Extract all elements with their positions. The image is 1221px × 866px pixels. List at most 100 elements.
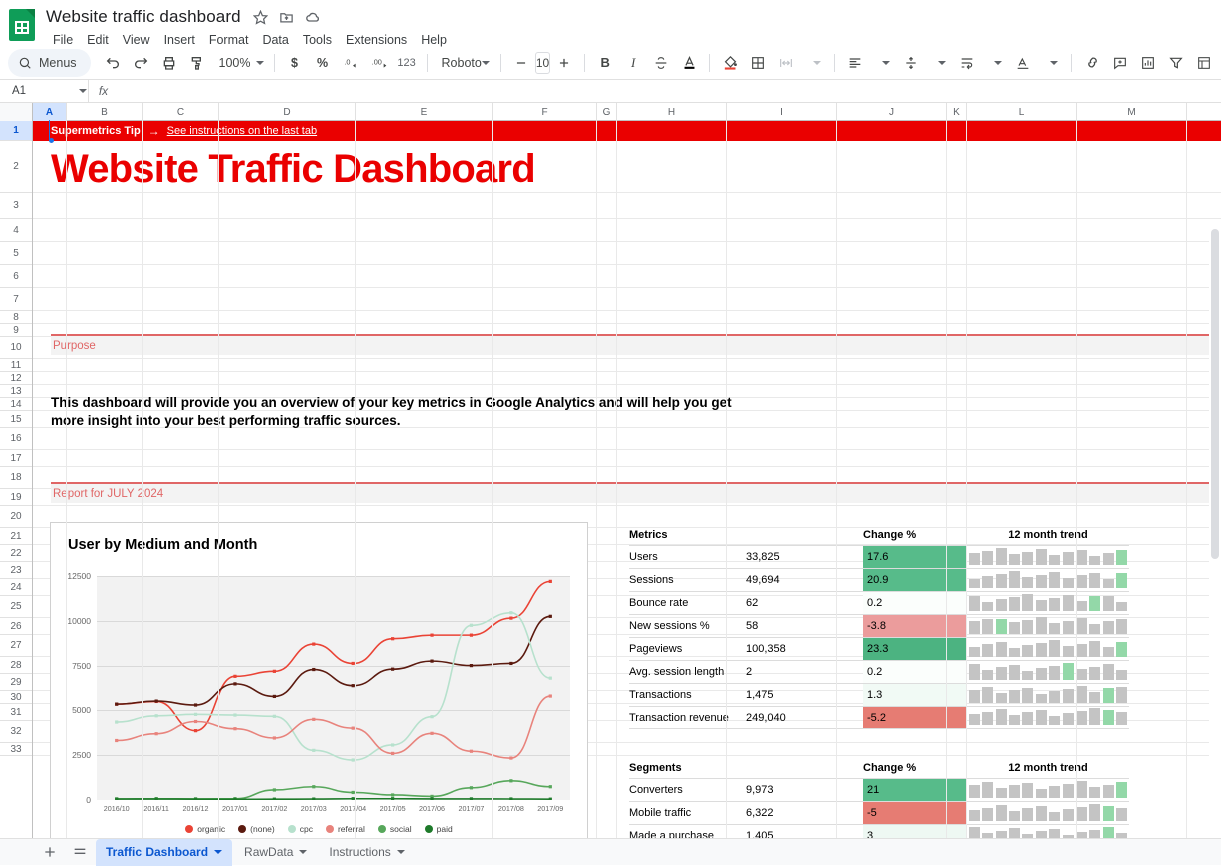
row-header-25[interactable]: 25 bbox=[0, 596, 32, 618]
functions-icon[interactable] bbox=[1190, 49, 1218, 77]
horizontal-align-caret-icon[interactable] bbox=[869, 49, 897, 77]
column-header-m[interactable]: M bbox=[1077, 103, 1187, 121]
add-sheet-icon[interactable] bbox=[36, 840, 64, 864]
column-header-j[interactable]: J bbox=[837, 103, 947, 121]
row-header-16[interactable]: 16 bbox=[0, 428, 32, 450]
font-select[interactable]: Roboto bbox=[434, 49, 494, 77]
sheet-tab-instructions[interactable]: Instructions bbox=[319, 839, 414, 866]
borders-icon[interactable] bbox=[744, 49, 772, 77]
row-header-12[interactable]: 12 bbox=[0, 372, 32, 385]
row-header-24[interactable]: 24 bbox=[0, 579, 32, 596]
text-rotation-icon[interactable] bbox=[1009, 49, 1037, 77]
merge-options-caret-icon[interactable] bbox=[800, 49, 828, 77]
chevron-down-icon[interactable] bbox=[299, 850, 307, 854]
print-icon[interactable] bbox=[155, 49, 183, 77]
vertical-scrollbar[interactable] bbox=[1209, 227, 1221, 812]
row-header-5[interactable]: 5 bbox=[0, 242, 32, 265]
increase-decimal-icon[interactable]: .00 bbox=[365, 49, 393, 77]
decrease-font-size-icon[interactable] bbox=[507, 49, 535, 77]
strikethrough-icon[interactable] bbox=[647, 49, 675, 77]
move-to-folder-icon[interactable] bbox=[277, 7, 297, 27]
cloud-saved-icon[interactable] bbox=[303, 7, 323, 27]
sheet-canvas[interactable]: Supermetrics Tip → See instructions on t… bbox=[33, 121, 1221, 839]
row-header-21[interactable]: 21 bbox=[0, 528, 32, 545]
menu-item-insert[interactable]: Insert bbox=[157, 30, 202, 50]
row-header-4[interactable]: 4 bbox=[0, 219, 32, 242]
menu-item-format[interactable]: Format bbox=[202, 30, 256, 50]
row-header-28[interactable]: 28 bbox=[0, 657, 32, 674]
column-header-a[interactable]: A bbox=[33, 103, 67, 121]
chevron-down-icon[interactable] bbox=[397, 850, 405, 854]
column-header-b[interactable]: B bbox=[67, 103, 143, 121]
row-header-30[interactable]: 30 bbox=[0, 691, 32, 704]
redo-icon[interactable] bbox=[127, 49, 155, 77]
menu-item-extensions[interactable]: Extensions bbox=[339, 30, 414, 50]
row-header-31[interactable]: 31 bbox=[0, 704, 32, 721]
column-header-g[interactable]: G bbox=[597, 103, 617, 121]
sheets-logo-wrap[interactable] bbox=[0, 6, 44, 41]
column-header-d[interactable]: D bbox=[219, 103, 356, 121]
name-box[interactable]: A1 bbox=[0, 85, 72, 97]
column-header-f[interactable]: F bbox=[493, 103, 597, 121]
column-header-c[interactable]: C bbox=[143, 103, 219, 121]
text-color-icon[interactable] bbox=[675, 49, 703, 77]
column-header-i[interactable]: I bbox=[727, 103, 837, 121]
menu-item-file[interactable]: File bbox=[46, 30, 80, 50]
row-header-11[interactable]: 11 bbox=[0, 359, 32, 372]
row-header-26[interactable]: 26 bbox=[0, 618, 32, 635]
chevron-down-icon[interactable] bbox=[214, 850, 222, 854]
text-rotation-caret-icon[interactable] bbox=[1037, 49, 1065, 77]
column-header-e[interactable]: E bbox=[356, 103, 493, 121]
decrease-decimal-icon[interactable]: .0 bbox=[337, 49, 365, 77]
text-wrap-caret-icon[interactable] bbox=[981, 49, 1009, 77]
zoom-select[interactable]: 100% bbox=[211, 49, 268, 77]
row-header-9[interactable]: 9 bbox=[0, 324, 32, 337]
row-header-33[interactable]: 33 bbox=[0, 743, 32, 756]
row-header-10[interactable]: 10 bbox=[0, 337, 32, 359]
sheet-tab-traffic-dashboard[interactable]: Traffic Dashboard bbox=[96, 839, 232, 866]
instructions-link[interactable]: See instructions on the last tab bbox=[167, 125, 317, 137]
column-header-k[interactable]: K bbox=[947, 103, 967, 121]
row-header-19[interactable]: 19 bbox=[0, 489, 32, 506]
row-header-27[interactable]: 27 bbox=[0, 635, 32, 657]
font-size-field[interactable]: 10 bbox=[535, 52, 550, 74]
text-wrap-icon[interactable] bbox=[953, 49, 981, 77]
menu-item-edit[interactable]: Edit bbox=[80, 30, 116, 50]
row-header-2[interactable]: 2 bbox=[0, 141, 32, 193]
bold-icon[interactable]: B bbox=[591, 49, 619, 77]
italic-icon[interactable]: I bbox=[619, 49, 647, 77]
undo-icon[interactable] bbox=[99, 49, 127, 77]
row-header-20[interactable]: 20 bbox=[0, 506, 32, 528]
fill-color-icon[interactable] bbox=[716, 49, 744, 77]
menu-item-view[interactable]: View bbox=[116, 30, 157, 50]
row-header-18[interactable]: 18 bbox=[0, 467, 32, 489]
row-header-29[interactable]: 29 bbox=[0, 674, 32, 691]
row-header-8[interactable]: 8 bbox=[0, 311, 32, 324]
number-format-icon[interactable]: 123 bbox=[393, 49, 421, 77]
row-header-32[interactable]: 32 bbox=[0, 721, 32, 743]
row-header-6[interactable]: 6 bbox=[0, 265, 32, 288]
sheet-tab-rawdata[interactable]: RawData bbox=[234, 839, 317, 866]
menu-item-data[interactable]: Data bbox=[255, 30, 295, 50]
merge-cells-icon[interactable] bbox=[772, 49, 800, 77]
row-header-22[interactable]: 22 bbox=[0, 545, 32, 562]
paint-format-icon[interactable] bbox=[183, 49, 211, 77]
vertical-align-caret-icon[interactable] bbox=[925, 49, 953, 77]
row-header-13[interactable]: 13 bbox=[0, 385, 32, 398]
select-all-corner[interactable] bbox=[0, 103, 33, 121]
currency-icon[interactable]: $ bbox=[281, 49, 309, 77]
insert-link-icon[interactable] bbox=[1078, 49, 1106, 77]
vertical-align-icon[interactable] bbox=[897, 49, 925, 77]
row-header-3[interactable]: 3 bbox=[0, 193, 32, 219]
menu-item-tools[interactable]: Tools bbox=[296, 30, 339, 50]
doc-title[interactable]: Website traffic dashboard bbox=[46, 7, 251, 27]
column-header-n[interactable]: N bbox=[1187, 103, 1221, 121]
row-header-1[interactable]: 1 bbox=[0, 121, 32, 141]
row-header-17[interactable]: 17 bbox=[0, 450, 32, 467]
star-icon[interactable] bbox=[251, 7, 271, 27]
menu-item-help[interactable]: Help bbox=[414, 30, 454, 50]
column-header-h[interactable]: H bbox=[617, 103, 727, 121]
scrollbar-thumb[interactable] bbox=[1211, 229, 1219, 559]
row-header-23[interactable]: 23 bbox=[0, 562, 32, 579]
active-cell-handle[interactable] bbox=[49, 138, 54, 143]
